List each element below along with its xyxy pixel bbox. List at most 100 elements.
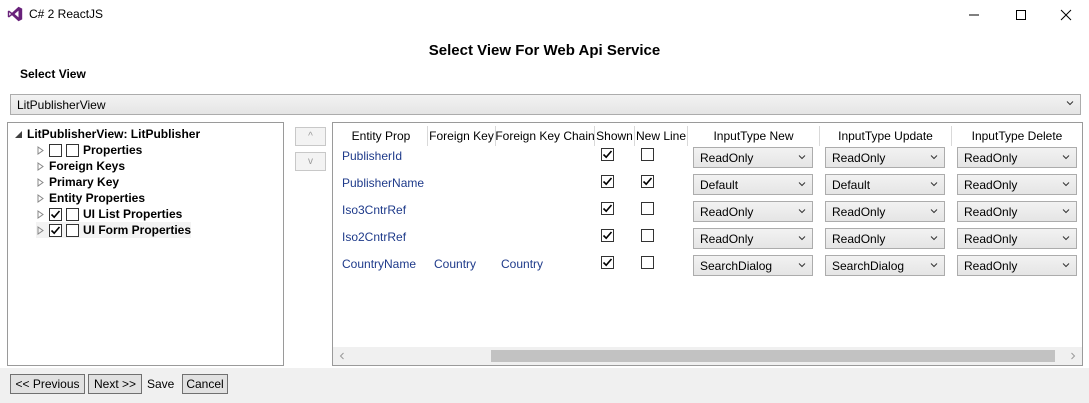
collapsed-triangle-icon[interactable] [36,177,45,187]
save-button[interactable]: Save [147,377,174,391]
view-select-value: LitPublisherView [17,98,106,112]
close-button[interactable] [1043,0,1089,30]
tree-item-properties[interactable]: Properties [36,142,142,158]
checkbox-shown[interactable] [601,229,614,242]
select-inputtype-update[interactable]: ReadOnly [825,147,945,168]
select-inputtype-delete[interactable]: ReadOnly [957,228,1077,249]
select-view-label: Select View [20,67,86,81]
select-inputtype-update[interactable]: SearchDialog [825,255,945,276]
select-inputtype-delete[interactable]: ReadOnly [957,174,1077,195]
checkbox-ui-form-b[interactable] [66,223,79,237]
checkbox-shown[interactable] [601,256,614,269]
chevron-down-icon [1066,101,1074,106]
tree-item-foreign-keys[interactable]: Foreign Keys [36,158,125,174]
select-inputtype-update[interactable]: Default [825,174,945,195]
cell-foreign-key: Country [434,257,477,271]
tree-item-label: Foreign Keys [49,159,126,173]
checkmark-icon [642,177,653,186]
column-header-inputtype-new[interactable]: InputType New [688,126,820,146]
expanded-triangle-icon [15,130,22,138]
cancel-button[interactable]: Cancel [182,374,228,394]
title-bar: C# 2 ReactJS [0,0,1089,30]
chevron-down-icon [798,263,806,268]
collapsed-triangle-icon[interactable] [36,209,45,219]
checkbox-new-line[interactable] [641,148,654,161]
collapsed-triangle-icon[interactable] [36,225,45,235]
move-up-button[interactable]: ^ [295,127,326,146]
maximize-button[interactable] [998,0,1044,30]
cell-entity-prop: Iso2CntrRef [342,230,407,244]
select-inputtype-delete[interactable]: ReadOnly [957,201,1077,222]
checkbox-new-line[interactable] [641,175,654,188]
select-inputtype-delete[interactable]: ReadOnly [957,147,1077,168]
select-inputtype-new[interactable]: ReadOnly [693,228,813,249]
tree-item-label: UI Form Properties [83,223,192,237]
cell-foreign-key-chain: Country [501,257,544,271]
checkbox-shown[interactable] [601,202,614,215]
window-title: C# 2 ReactJS [29,7,104,21]
checkmark-icon [50,209,61,218]
select-inputtype-update[interactable]: ReadOnly [825,201,945,222]
tree-root[interactable]: LitPublisherView: LitPublisher [14,126,200,142]
checkmark-icon [602,231,613,240]
collapsed-triangle-icon[interactable] [36,193,45,203]
column-header-entity-prop[interactable]: Entity Prop [335,126,428,146]
tree-item-ui-form-properties[interactable]: UI Form Properties [36,222,192,238]
previous-button[interactable]: << Previous [10,374,85,394]
checkbox-shown[interactable] [601,148,614,161]
chevron-down-icon [1062,263,1070,268]
cell-entity-prop: PublisherId [342,149,403,163]
collapsed-triangle-icon[interactable] [36,145,45,155]
checkbox-new-line[interactable] [641,229,654,242]
tree-item-entity-properties[interactable]: Entity Properties [36,190,145,206]
select-inputtype-new[interactable]: Default [693,174,813,195]
checkmark-icon [602,204,613,213]
scroll-thumb[interactable] [491,350,1055,362]
move-down-button[interactable]: v [295,152,326,171]
column-header-foreign-key[interactable]: Foreign Key [428,126,496,146]
select-inputtype-new[interactable]: ReadOnly [693,201,813,222]
tree-item-primary-key[interactable]: Primary Key [36,174,119,190]
column-header-foreign-key-chain[interactable]: Foreign Key Chain [495,126,595,146]
column-header-inputtype-delete[interactable]: InputType Delete [952,126,1082,146]
minimize-button[interactable] [951,0,997,30]
tree-item-ui-list-properties[interactable]: UI List Properties [36,206,182,222]
next-button[interactable]: Next >> [88,374,142,394]
horizontal-scrollbar[interactable] [333,347,1082,365]
checkmark-icon [602,258,613,267]
view-select[interactable]: LitPublisherView [10,94,1081,115]
checkbox-ui-list-b[interactable] [66,207,79,221]
chevron-down-icon [798,182,806,187]
view-tree[interactable]: LitPublisherView: LitPublisher Propertie… [7,122,284,366]
checkbox-properties-b[interactable] [66,143,79,157]
cell-entity-prop: Iso3CntrRef [342,203,407,217]
chevron-down-icon [1062,209,1070,214]
column-header-new-line[interactable]: New Line [635,126,688,146]
select-inputtype-new[interactable]: SearchDialog [693,255,813,276]
tree-root-label: LitPublisherView: LitPublisher [27,127,201,141]
cell-entity-prop: PublisherName [342,176,425,190]
chevron-down-icon [1062,236,1070,241]
tree-item-label: Entity Properties [49,191,146,205]
checkbox-ui-list-a[interactable] [49,207,62,221]
tree-item-label: Properties [83,143,143,157]
column-header-inputtype-update[interactable]: InputType Update [820,126,952,146]
checkbox-properties-a[interactable] [49,143,62,157]
checkbox-new-line[interactable] [641,256,654,269]
select-inputtype-new[interactable]: ReadOnly [693,147,813,168]
column-header-shown[interactable]: Shown [595,126,635,146]
select-inputtype-update[interactable]: ReadOnly [825,228,945,249]
scroll-right-icon[interactable] [1069,352,1077,360]
select-inputtype-delete[interactable]: ReadOnly [957,255,1077,276]
visual-studio-icon [7,6,23,22]
properties-grid[interactable]: Entity Prop Foreign Key Foreign Key Chai… [332,122,1083,366]
checkbox-ui-form-a[interactable] [49,223,62,237]
maximize-icon [1016,10,1026,20]
scroll-left-icon[interactable] [338,352,346,360]
checkbox-new-line[interactable] [641,202,654,215]
chevron-down-icon [930,155,938,160]
minimize-icon [969,14,979,16]
checkmark-icon [602,150,613,159]
checkbox-shown[interactable] [601,175,614,188]
collapsed-triangle-icon[interactable] [36,161,45,171]
